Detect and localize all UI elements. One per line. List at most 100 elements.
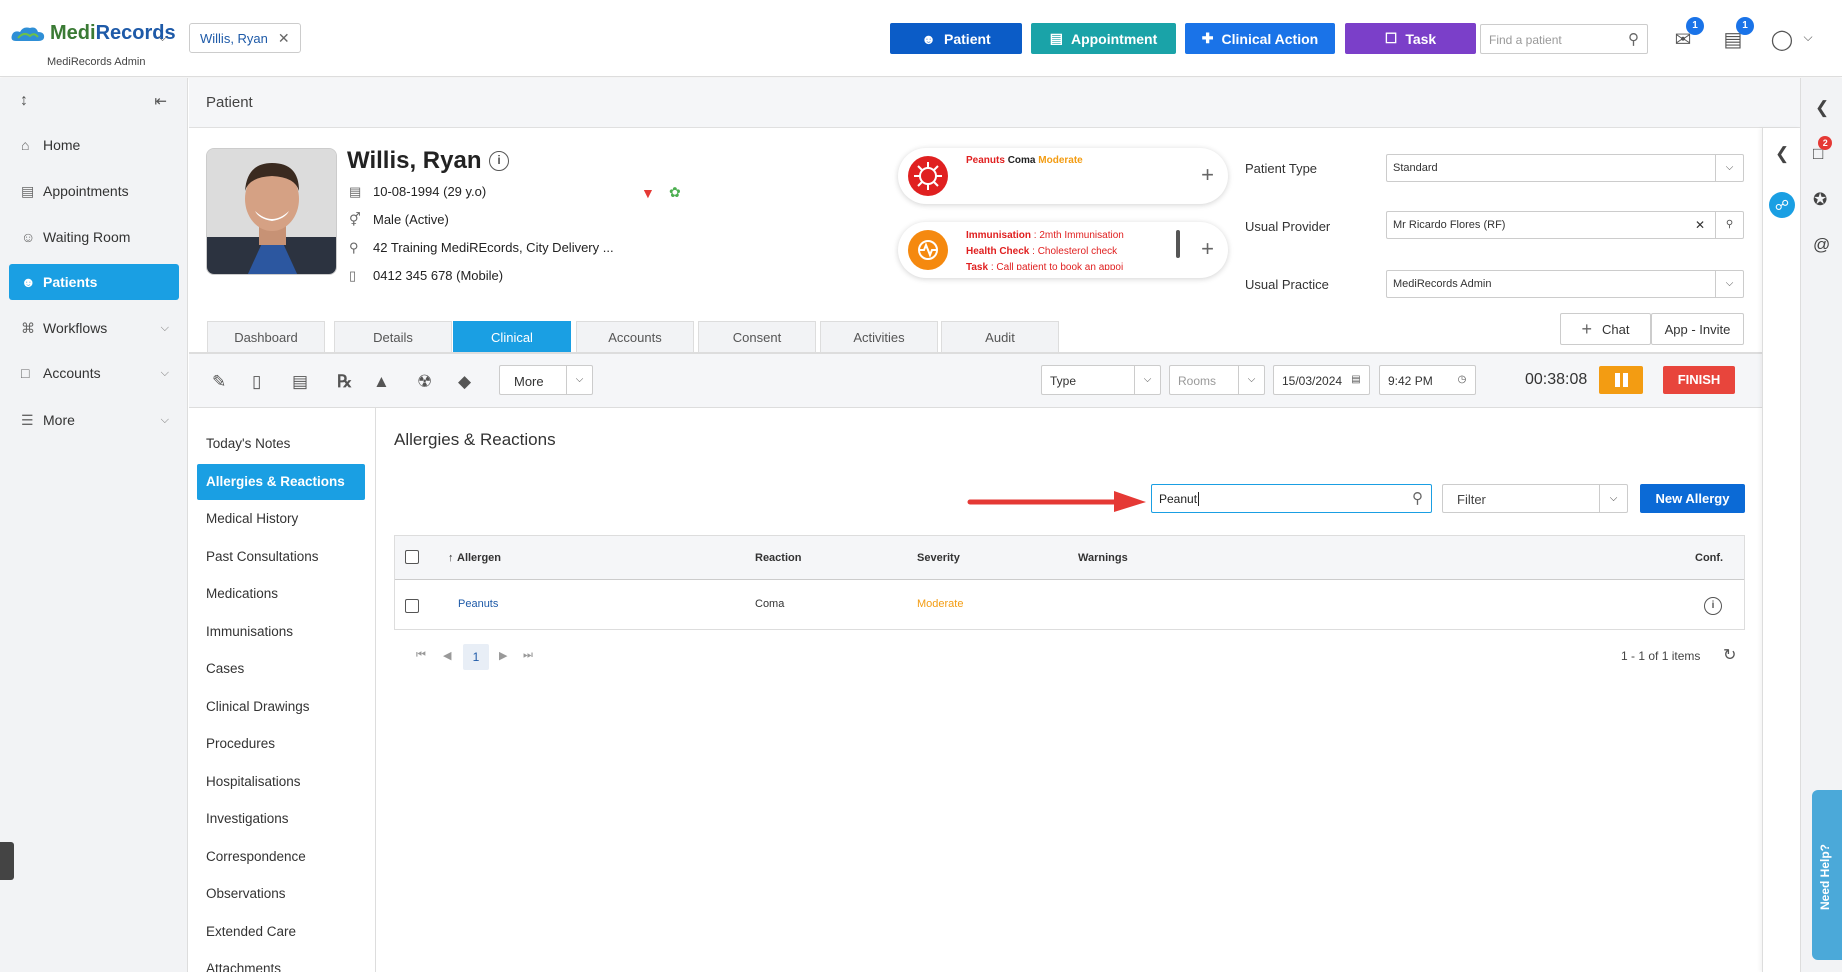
time-picker[interactable]: 9:42 PM ◷ [1379,365,1476,395]
pause-button[interactable] [1599,366,1643,394]
last-page-icon[interactable]: ⏭ [523,649,533,662]
chevron-down-icon[interactable]: ⌵ [161,322,169,335]
edit-note-icon[interactable]: ✎ [212,372,226,392]
clinical-nav-medications[interactable]: Medications [197,576,365,612]
need-help-tab[interactable]: Need Help? [1812,790,1842,960]
mail-icon[interactable]: ✉ 1 [1670,17,1704,51]
chevron-down-icon[interactable]: ⌵ [161,414,169,427]
chart-document-icon[interactable]: ▤ [292,372,308,392]
lungs-icon[interactable]: ▲ [373,372,390,392]
sidebar-item-appointments[interactable]: ▤ Appointments [9,173,179,209]
sidebar-item-accounts[interactable]: □ Accounts ⌵ [9,355,179,391]
app-logo[interactable]: MediRecords [10,22,176,45]
tab-clinical[interactable]: Clinical [453,321,571,352]
tab-details[interactable]: Details [334,321,452,352]
clinical-nav-allergies-reactions[interactable]: Allergies & Reactions [197,463,365,500]
collapse-menu-icon[interactable]: ⇤ [154,92,167,110]
search-icon[interactable]: ⚲ [1412,489,1423,507]
column-conf[interactable]: Conf. [1695,552,1723,564]
info-icon[interactable]: i [1704,597,1722,615]
resize-icon[interactable]: ↕ [20,92,28,110]
user-account-icon[interactable]: ◯ [1769,27,1795,51]
rooms-select[interactable]: Rooms ⌵ [1169,365,1265,395]
refresh-icon[interactable]: ↻ [1723,645,1736,665]
previous-page-icon[interactable]: ◀ [443,649,451,662]
chevron-down-icon[interactable]: ⌵ [1238,366,1264,394]
clinical-nav-clinical-drawings[interactable]: Clinical Drawings [197,689,365,725]
pin-icon[interactable]: ✪ [1813,190,1827,210]
sidebar-item-more[interactable]: ☰ More ⌵ [9,402,179,438]
tab-audit[interactable]: Audit [941,321,1059,352]
search-icon[interactable]: ⚲ [1715,212,1743,238]
clinical-nav-cases[interactable]: Cases [197,651,365,687]
add-allergy-plus-icon[interactable]: + [1201,162,1214,188]
row-checkbox[interactable] [405,599,419,613]
next-page-icon[interactable]: ▶ [499,649,507,662]
tab-accounts[interactable]: Accounts [576,321,694,352]
date-picker[interactable]: 15/03/2024 ▤ [1273,365,1370,395]
clear-icon[interactable]: ✕ [1695,218,1705,232]
new-allergy-button[interactable]: New Allergy [1640,484,1745,513]
radiation-icon[interactable]: ☢ [417,372,432,392]
clinical-nav-extended-care[interactable]: Extended Care [197,914,365,950]
patient-photo[interactable] [206,148,337,275]
column-severity[interactable]: Severity [917,552,960,564]
tab-consent[interactable]: Consent [698,321,816,352]
cell-allergen[interactable]: Peanuts [458,598,498,610]
type-select[interactable]: Type ⌵ [1041,365,1161,395]
chevron-down-icon[interactable]: ⌵ [1715,155,1743,181]
tag-icon[interactable]: ☍ [1769,192,1795,218]
task-button[interactable]: ☐ Task [1345,23,1476,54]
sort-arrow-icon[interactable]: ↑ [448,552,454,564]
chevron-down-icon[interactable]: ⌵ [1715,271,1743,297]
column-allergen[interactable]: Allergen [457,552,501,564]
mention-icon[interactable]: @ [1813,235,1830,255]
select-all-checkbox[interactable] [405,550,419,564]
filter-select[interactable]: Filter ⌵ [1442,484,1628,513]
sidebar-item-patients[interactable]: ☻ Patients [9,264,179,300]
chat-bubble-icon[interactable]: □ 2 [1813,136,1833,164]
current-page[interactable]: 1 [463,644,489,670]
chat-button[interactable]: + Chat [1560,313,1651,345]
chevron-down-icon[interactable]: ⌵ [1599,485,1627,512]
tab-activities[interactable]: Activities [820,321,938,352]
find-patient-input[interactable]: Find a patient ⚲ [1480,24,1648,54]
usual-provider-field[interactable]: Mr Ricardo Flores (RF) ✕ ⚲ [1386,211,1744,239]
column-warnings[interactable]: Warnings [1078,552,1128,564]
sidebar-item-workflows[interactable]: ⌘ Workflows ⌵ [9,310,179,346]
sidebar-item-home[interactable]: ⌂ Home [9,127,179,163]
add-reminder-plus-icon[interactable]: + [1201,236,1214,262]
app-invite-button[interactable]: App - Invite [1651,313,1744,345]
clock-icon[interactable]: ◷ [1449,366,1475,394]
prescription-icon[interactable]: ℞ [337,372,352,392]
column-reaction[interactable]: Reaction [755,552,801,564]
clinical-nav-today-s-notes[interactable]: Today's Notes [197,426,365,462]
education-icon[interactable]: ◆ [458,372,471,392]
patient-button[interactable]: ☻ Patient [890,23,1022,54]
clinical-nav-procedures[interactable]: Procedures [197,726,365,762]
chevron-down-icon[interactable]: ⌵ [161,367,169,380]
chevron-down-icon[interactable]: ⌵ [1134,366,1160,394]
chevron-left-icon[interactable]: ❮ [1775,144,1789,164]
close-icon[interactable]: ✕ [278,30,290,47]
allergy-search-input[interactable]: Peanut ⚲ [1151,484,1432,513]
open-patient-chip[interactable]: Willis, Ryan ✕ [189,23,301,53]
search-icon[interactable]: ⚲ [1628,30,1639,48]
allergy-alert-card[interactable]: Peanuts Coma Moderate + [898,148,1228,204]
side-drawer-tab[interactable] [0,842,14,880]
clinical-nav-medical-history[interactable]: Medical History [197,501,365,537]
clinical-nav-immunisations[interactable]: Immunisations [197,614,365,650]
clinical-nav-correspondence[interactable]: Correspondence [197,839,365,875]
patient-type-select[interactable]: Standard ⌵ [1386,154,1744,182]
calendar-icon[interactable]: ▤ [1343,366,1369,394]
reminders-alert-card[interactable]: Immunisation : 2mth Immunisation Health … [898,222,1228,278]
sidebar-item-waiting-room[interactable]: ☺ Waiting Room [9,219,179,255]
chevron-down-icon[interactable]: ⌵ [1795,30,1821,52]
finish-button[interactable]: FINISH [1663,366,1735,394]
more-dropdown[interactable]: More ⌵ [499,365,593,395]
usual-practice-select[interactable]: MediRecords Admin ⌵ [1386,270,1744,298]
clinical-nav-past-consultations[interactable]: Past Consultations [197,539,365,575]
clinical-nav-hospitalisations[interactable]: Hospitalisations [197,764,365,800]
appointment-button[interactable]: ▤ Appointment [1031,23,1176,54]
chevron-left-icon[interactable]: ❮ [1815,98,1829,118]
